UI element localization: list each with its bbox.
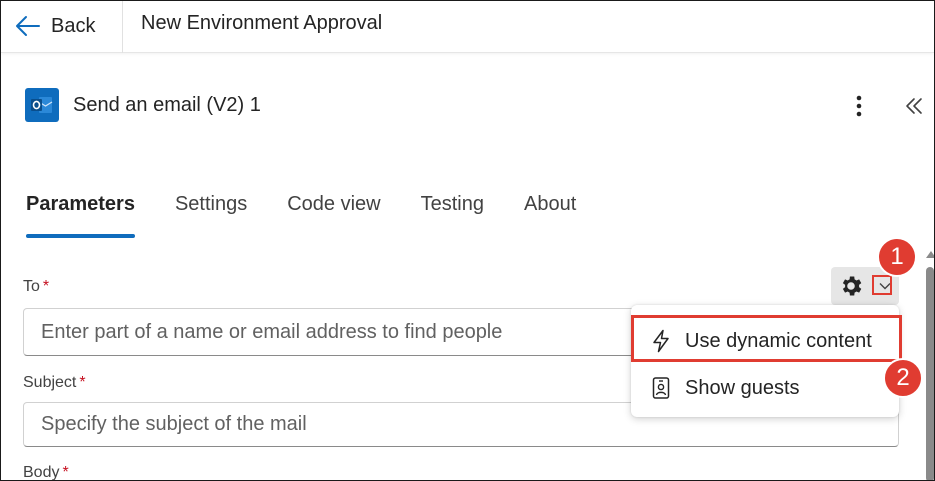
callout-highlight-2: [631, 315, 902, 362]
tab-about[interactable]: About: [524, 193, 576, 237]
flow-title: New Environment Approval: [141, 12, 383, 34]
top-bar: Back New Environment Approval: [1, 1, 934, 53]
callout-badge-2: 2: [883, 358, 923, 398]
tab-testing[interactable]: Testing: [421, 193, 484, 237]
required-mark: *: [62, 464, 69, 481]
back-button[interactable]: Back: [15, 7, 95, 45]
tab-settings[interactable]: Settings: [175, 193, 247, 237]
settings-button[interactable]: [831, 267, 871, 305]
menu-item-label: Show guests: [685, 376, 800, 399]
more-options-button[interactable]: [846, 91, 872, 121]
more-vertical-icon: [856, 95, 862, 117]
to-label: To *: [23, 278, 49, 296]
required-mark: *: [79, 374, 86, 391]
menu-item-show-guests[interactable]: Show guests: [631, 365, 899, 411]
body-label-text: Body: [23, 464, 60, 481]
action-title: Send an email (V2) 1: [73, 94, 261, 116]
app-frame: Back New Environment Approval Send an em…: [0, 0, 935, 481]
required-mark: *: [42, 278, 50, 295]
callout-badge-1: 1: [877, 237, 917, 277]
tab-code-view[interactable]: Code view: [287, 193, 380, 237]
outlook-icon: [25, 88, 59, 122]
scrollbar-thumb[interactable]: [926, 267, 934, 480]
guest-badge-icon: [649, 376, 673, 400]
double-chevron-left-icon: [906, 98, 922, 114]
collapse-panel-button[interactable]: [900, 91, 928, 121]
divider: [122, 1, 123, 53]
tab-list: Parameters Settings Code view Testing Ab…: [26, 193, 616, 239]
scroll-up-arrow-icon[interactable]: [926, 251, 934, 258]
gear-icon: [842, 276, 862, 296]
tab-parameters[interactable]: Parameters: [26, 193, 135, 238]
body-label: Body *: [23, 464, 69, 481]
to-label-text: To: [23, 278, 40, 295]
callout-highlight-1: [872, 275, 892, 295]
back-label: Back: [51, 14, 96, 37]
subject-label: Subject *: [23, 374, 86, 392]
subject-label-text: Subject: [23, 374, 77, 391]
arrow-left-icon: [16, 16, 40, 36]
